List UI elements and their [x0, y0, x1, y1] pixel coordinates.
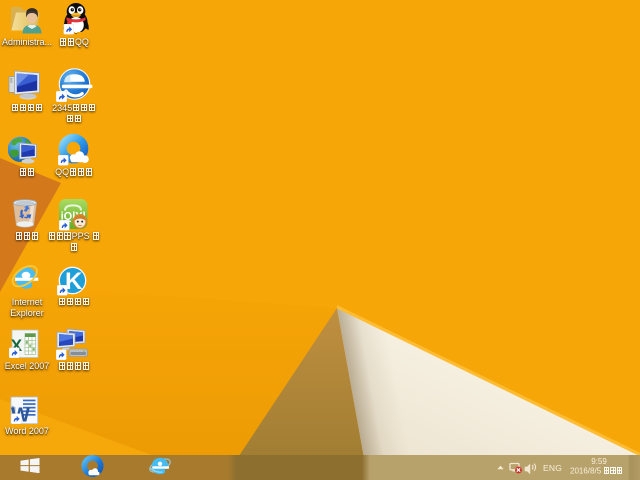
svg-text:K: K — [65, 268, 83, 295]
